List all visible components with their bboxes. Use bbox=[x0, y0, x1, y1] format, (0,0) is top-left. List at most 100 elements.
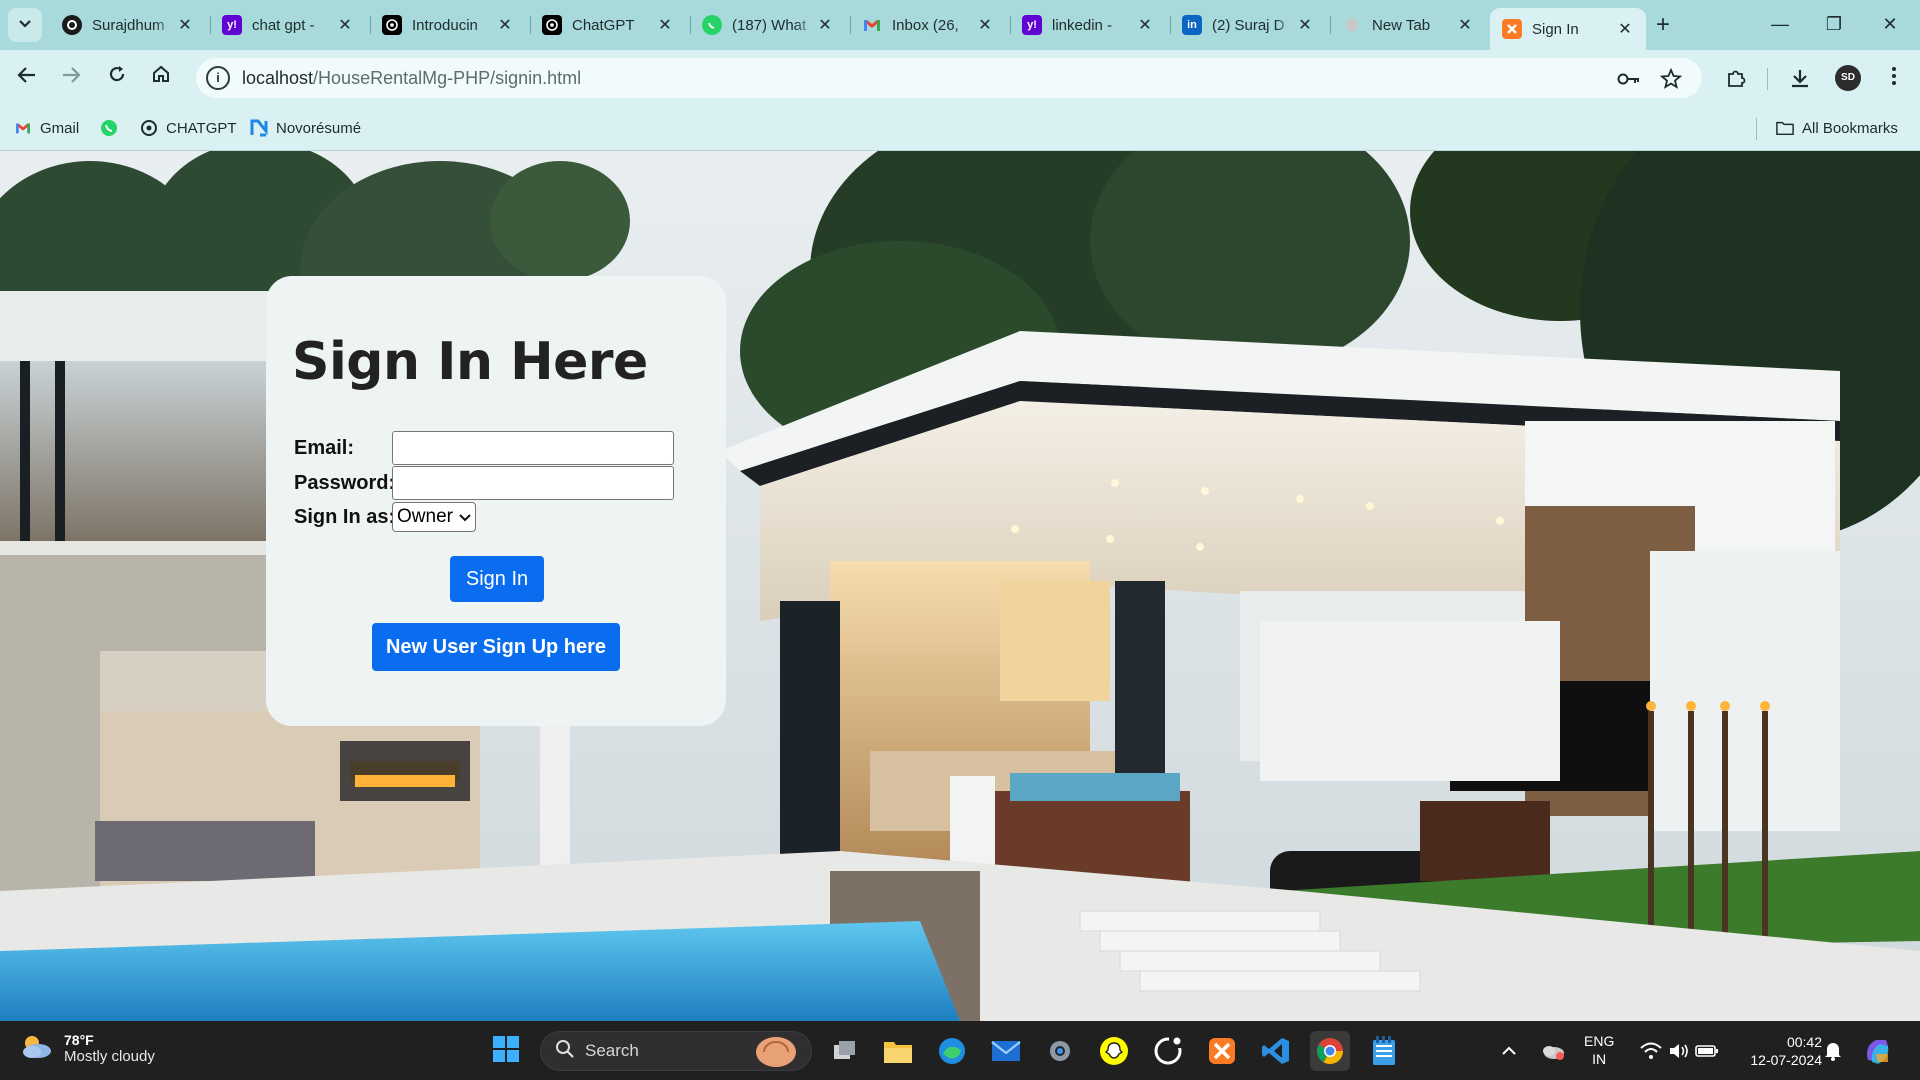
battery-icon[interactable] bbox=[1692, 1031, 1722, 1071]
mail-icon[interactable] bbox=[986, 1031, 1026, 1071]
signin-role-label: Sign In as: bbox=[294, 506, 396, 528]
github-icon bbox=[62, 15, 82, 35]
extensions-icon[interactable] bbox=[1718, 60, 1754, 96]
password-key-icon[interactable] bbox=[1616, 66, 1642, 92]
reload-button[interactable] bbox=[98, 58, 136, 96]
back-button[interactable] bbox=[8, 58, 46, 96]
close-tab-icon[interactable]: ✕ bbox=[1616, 19, 1634, 39]
close-tab-icon[interactable]: ✕ bbox=[176, 15, 194, 35]
gmail-icon bbox=[14, 119, 32, 137]
bookmark-novoresume[interactable]: Novorésumé bbox=[250, 116, 361, 140]
all-bookmarks-button[interactable]: All Bookmarks bbox=[1776, 116, 1898, 140]
signup-button[interactable]: New User Sign Up here bbox=[372, 623, 620, 671]
tab-search-button[interactable] bbox=[8, 8, 42, 42]
site-info-icon[interactable]: i bbox=[206, 66, 230, 90]
bookmarks-bar: Gmail CHATGPT Novorésumé All Bookmarks bbox=[0, 106, 1920, 151]
close-tab-icon[interactable]: ✕ bbox=[1296, 15, 1314, 35]
clock[interactable]: 00:42 12-07-2024 bbox=[1732, 1033, 1822, 1069]
close-tab-icon[interactable]: ✕ bbox=[1136, 15, 1154, 35]
start-button[interactable] bbox=[486, 1031, 526, 1071]
bookmark-chatgpt[interactable]: CHATGPT bbox=[140, 116, 237, 140]
folder-icon bbox=[1776, 119, 1794, 137]
address-bar[interactable]: i localhost/HouseRentalMg-PHP/signin.htm… bbox=[196, 58, 1702, 98]
browser-tab[interactable]: y! linkedin - ✕ bbox=[1010, 8, 1166, 42]
temperature: 78°F bbox=[64, 1032, 94, 1048]
bookmark-whatsapp[interactable] bbox=[100, 116, 126, 140]
downloads-icon[interactable] bbox=[1782, 60, 1818, 96]
xampp-icon bbox=[1502, 19, 1522, 39]
close-tab-icon[interactable]: ✕ bbox=[1456, 15, 1474, 35]
chevron-down-icon bbox=[459, 506, 471, 528]
all-bookmarks-label: All Bookmarks bbox=[1802, 119, 1898, 137]
clock-date: 12-07-2024 bbox=[1750, 1052, 1822, 1068]
browser-menu-button[interactable] bbox=[1876, 60, 1912, 96]
bookmark-gmail[interactable]: Gmail bbox=[14, 116, 79, 140]
xampp-icon[interactable] bbox=[1202, 1031, 1242, 1071]
signin-button[interactable]: Sign In bbox=[450, 556, 544, 602]
tab-title: ChatGPT bbox=[572, 16, 635, 34]
minimize-button[interactable]: — bbox=[1752, 6, 1808, 42]
close-window-button[interactable]: ✕ bbox=[1862, 6, 1918, 42]
linkedin-icon: in bbox=[1182, 15, 1202, 35]
close-tab-icon[interactable]: ✕ bbox=[336, 15, 354, 35]
github-desktop-icon[interactable] bbox=[1148, 1031, 1188, 1071]
vscode-icon[interactable] bbox=[1256, 1031, 1296, 1071]
browser-tab-active[interactable]: Sign In ✕ bbox=[1490, 8, 1646, 50]
new-tab-button[interactable]: + bbox=[1648, 10, 1678, 40]
url-host: localhost bbox=[242, 68, 314, 88]
copilot-icon[interactable] bbox=[1858, 1031, 1898, 1071]
language-indicator[interactable]: ENG IN bbox=[1584, 1032, 1614, 1068]
browser-tab[interactable]: Surajdhum ✕ bbox=[50, 8, 206, 42]
chrome-icon[interactable] bbox=[1310, 1031, 1350, 1071]
browser-tab[interactable]: in (2) Suraj D ✕ bbox=[1170, 8, 1326, 42]
home-button[interactable] bbox=[142, 58, 180, 96]
taskbar-search[interactable]: Search bbox=[540, 1031, 812, 1071]
language-code: ENG bbox=[1584, 1033, 1615, 1049]
edge-icon[interactable] bbox=[932, 1031, 972, 1071]
windows-taskbar: 78°F Mostly cloudy Search ENG IN 00:42 1… bbox=[0, 1021, 1920, 1080]
browser-tab[interactable]: New Tab ✕ bbox=[1330, 8, 1486, 42]
signin-role-select[interactable]: Owner bbox=[392, 502, 476, 532]
close-tab-icon[interactable]: ✕ bbox=[816, 15, 834, 35]
tab-title: Introducin bbox=[412, 16, 478, 34]
wifi-icon[interactable] bbox=[1636, 1031, 1666, 1071]
url-text: localhost/HouseRentalMg-PHP/signin.html bbox=[242, 68, 581, 89]
bookmark-star-icon[interactable] bbox=[1658, 66, 1684, 92]
browser-tab[interactable]: Inbox (26, ✕ bbox=[850, 8, 1006, 42]
password-field[interactable] bbox=[392, 466, 674, 500]
search-icon bbox=[555, 1039, 575, 1064]
browser-tab[interactable]: Introducin ✕ bbox=[370, 8, 526, 42]
close-tab-icon[interactable]: ✕ bbox=[656, 15, 674, 35]
notification-bell-icon[interactable] bbox=[1818, 1031, 1848, 1071]
tab-title: Sign In bbox=[1532, 20, 1579, 38]
browser-tab[interactable]: ChatGPT ✕ bbox=[530, 8, 686, 42]
url-path: /HouseRentalMg-PHP/signin.html bbox=[313, 68, 582, 88]
volume-icon[interactable] bbox=[1664, 1031, 1694, 1071]
onedrive-icon[interactable] bbox=[1536, 1031, 1570, 1071]
tab-title: Inbox (26, bbox=[892, 16, 959, 34]
chevron-up-icon[interactable] bbox=[1494, 1031, 1524, 1071]
back-arrow-icon bbox=[17, 64, 37, 90]
browser-tab[interactable]: y! chat gpt - ✕ bbox=[210, 8, 366, 42]
password-label: Password: bbox=[294, 472, 396, 494]
file-explorer-icon[interactable] bbox=[878, 1031, 918, 1071]
restore-button[interactable]: ❐ bbox=[1806, 6, 1862, 42]
profile-avatar[interactable]: SD bbox=[1830, 60, 1866, 96]
close-tab-icon[interactable]: ✕ bbox=[496, 15, 514, 35]
newtab-icon bbox=[1342, 15, 1362, 35]
notepad-icon[interactable] bbox=[1364, 1031, 1404, 1071]
settings-icon[interactable] bbox=[1040, 1031, 1080, 1071]
forward-button[interactable] bbox=[52, 58, 90, 96]
snapchat-icon[interactable] bbox=[1094, 1031, 1134, 1071]
forward-arrow-icon bbox=[61, 64, 81, 90]
weather-widget[interactable]: 78°F Mostly cloudy bbox=[18, 1031, 155, 1066]
avatar: SD bbox=[1835, 65, 1861, 91]
email-field[interactable] bbox=[392, 431, 674, 465]
close-tab-icon[interactable]: ✕ bbox=[976, 15, 994, 35]
novoresume-icon bbox=[250, 119, 268, 137]
bookmark-label: Gmail bbox=[40, 119, 80, 137]
signin-role-value: Owner bbox=[397, 506, 453, 527]
task-view-icon[interactable] bbox=[824, 1031, 864, 1071]
browser-tab[interactable]: (187) What ✕ bbox=[690, 8, 846, 42]
tab-title: chat gpt - bbox=[252, 16, 315, 34]
